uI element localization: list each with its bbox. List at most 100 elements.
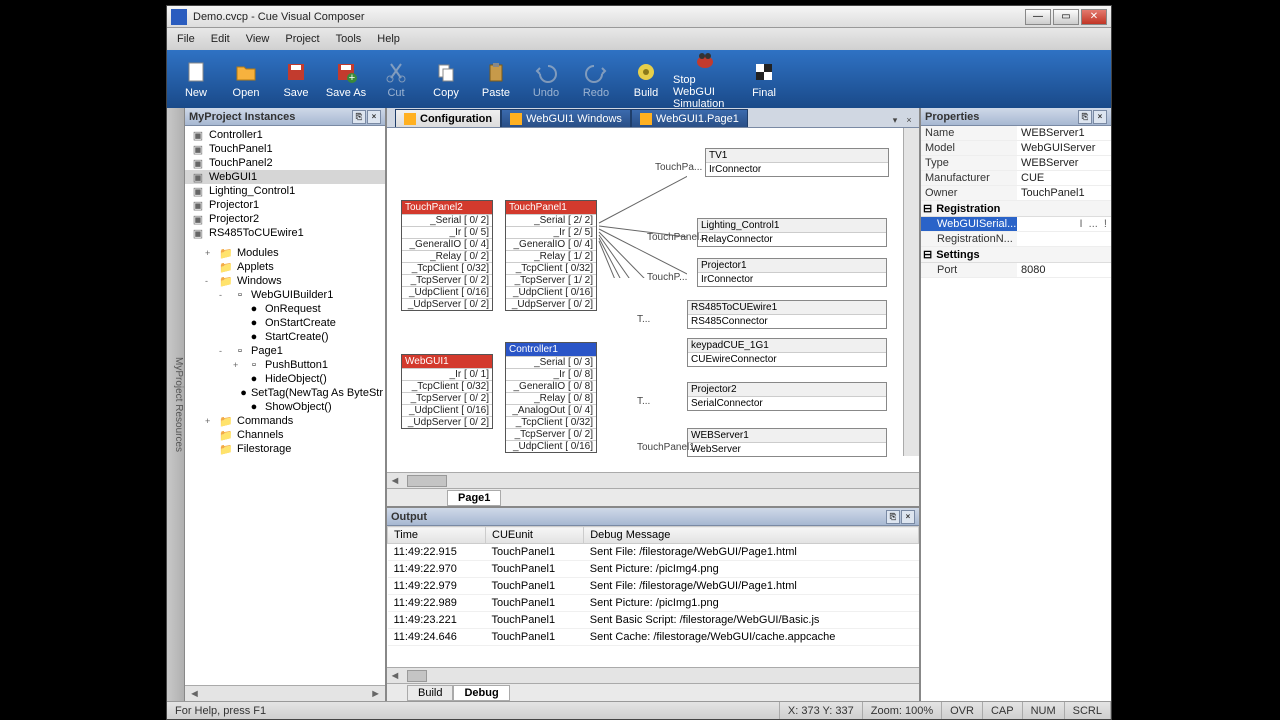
prop-row[interactable]: TypeWEBServer: [921, 156, 1111, 171]
properties-grid[interactable]: NameWEBServer1ModelWebGUIServerTypeWEBSe…: [921, 126, 1111, 701]
configuration-canvas[interactable]: TouchPanel2_Serial [ 0/ 2]_Ir [ 0/ 5]_Ge…: [387, 128, 919, 472]
connector-box[interactable]: WEBServer1WebServer: [687, 428, 887, 457]
canvas-vscroll[interactable]: [903, 128, 919, 456]
tool-saveas[interactable]: +Save As: [323, 55, 369, 103]
output-col[interactable]: CUEunit: [486, 527, 584, 544]
output-row[interactable]: 11:49:22.970TouchPanel1Sent Picture: /pi…: [388, 561, 919, 578]
output-col[interactable]: Time: [388, 527, 486, 544]
connector-box[interactable]: RS485ToCUEwire1RS485Connector: [687, 300, 887, 329]
minimize-button[interactable]: —: [1025, 9, 1051, 25]
prop-row[interactable]: OwnerTouchPanel1: [921, 186, 1111, 201]
editor-tab[interactable]: WebGUI1 Windows: [501, 109, 631, 127]
tree-item[interactable]: ●StartCreate(): [185, 330, 385, 344]
menu-view[interactable]: View: [238, 30, 278, 48]
connector-box[interactable]: TV1IrConnector: [705, 148, 889, 177]
canvas-hscroll[interactable]: ◄: [387, 472, 919, 488]
props-pin-icon[interactable]: ⎘: [1078, 110, 1092, 124]
tree-item[interactable]: -▫WebGUIBuilder1: [185, 288, 385, 302]
collapse-icon: ⊟: [923, 248, 932, 261]
prop-group[interactable]: ⊟Registration: [921, 201, 1111, 217]
prop-row[interactable]: WebGUISerial...I ... !: [921, 217, 1111, 232]
output-hscroll[interactable]: ◄: [387, 667, 919, 683]
output-close-icon[interactable]: ×: [901, 510, 915, 524]
diagram-node[interactable]: Controller1_Serial [ 0/ 3]_Ir [ 0/ 8]_Ge…: [505, 342, 597, 453]
output-row[interactable]: 11:49:22.989TouchPanel1Sent Picture: /pi…: [388, 595, 919, 612]
prop-row[interactable]: ModelWebGUIServer: [921, 141, 1111, 156]
tool-copy[interactable]: Copy: [423, 55, 469, 103]
method-icon: ●: [247, 331, 261, 343]
menu-edit[interactable]: Edit: [203, 30, 238, 48]
tree-item[interactable]: ●OnRequest: [185, 302, 385, 316]
editor-tab[interactable]: WebGUI1.Page1: [631, 109, 748, 127]
instance-item[interactable]: ▣Projector1: [185, 198, 385, 212]
menu-tools[interactable]: Tools: [328, 30, 370, 48]
instance-item[interactable]: ▣WebGUI1: [185, 170, 385, 184]
menu-help[interactable]: Help: [369, 30, 408, 48]
menu-project[interactable]: Project: [277, 30, 327, 48]
tree-item[interactable]: 📁Filestorage: [185, 442, 385, 456]
tree-item[interactable]: -▫Page1: [185, 344, 385, 358]
editor-tab[interactable]: Configuration: [395, 109, 501, 127]
project-tree[interactable]: +📁Modules📁Applets-📁Windows-▫WebGUIBuilde…: [185, 244, 385, 685]
tool-final[interactable]: Final: [741, 55, 787, 103]
connector-box[interactable]: Projector1IrConnector: [697, 258, 887, 287]
tree-item[interactable]: -📁Windows: [185, 274, 385, 288]
tool-stop[interactable]: Stop WebGUI Simulation: [673, 55, 737, 103]
instances-list[interactable]: ▣Controller1▣TouchPanel1▣TouchPanel2▣Web…: [185, 126, 385, 244]
prop-row[interactable]: RegistrationN...: [921, 232, 1111, 247]
tree-item[interactable]: +📁Modules: [185, 246, 385, 260]
diagram-node[interactable]: TouchPanel1_Serial [ 2/ 2]_Ir [ 2/ 5]_Ge…: [505, 200, 597, 311]
close-button[interactable]: ✕: [1081, 9, 1107, 25]
resources-strip[interactable]: MyProject Resources: [167, 108, 185, 701]
tree-item[interactable]: ●ShowObject(): [185, 400, 385, 414]
output-row[interactable]: 11:49:23.221TouchPanel1Sent Basic Script…: [388, 612, 919, 629]
tree-item[interactable]: ●HideObject(): [185, 372, 385, 386]
prop-group[interactable]: ⊟Settings: [921, 247, 1111, 263]
tree-item[interactable]: ●OnStartCreate: [185, 316, 385, 330]
tool-paste[interactable]: Paste: [473, 55, 519, 103]
tree-item[interactable]: 📁Channels: [185, 428, 385, 442]
titlebar[interactable]: Demo.cvcp - Cue Visual Composer — ▭ ✕: [167, 6, 1111, 28]
output-pin-icon[interactable]: ⎘: [886, 510, 900, 524]
output-tab-build[interactable]: Build: [407, 685, 453, 701]
prop-row[interactable]: ManufacturerCUE: [921, 171, 1111, 186]
output-row[interactable]: 11:49:22.915TouchPanel1Sent File: /files…: [388, 544, 919, 561]
connector-label: TouchP...: [647, 272, 687, 283]
connector-box[interactable]: keypadCUE_1G1CUEwireConnector: [687, 338, 887, 367]
panel-pin-icon[interactable]: ⎘: [352, 110, 366, 124]
output-row[interactable]: 11:49:22.979TouchPanel1Sent File: /files…: [388, 578, 919, 595]
final-icon: [751, 59, 777, 85]
left-scrollbar[interactable]: ◄►: [185, 685, 385, 701]
tree-item[interactable]: +▫PushButton1: [185, 358, 385, 372]
tool-build[interactable]: Build: [623, 55, 669, 103]
tool-new[interactable]: New: [173, 55, 219, 103]
menu-file[interactable]: File: [169, 30, 203, 48]
panel-close-icon[interactable]: ×: [367, 110, 381, 124]
output-row[interactable]: 11:49:24.646TouchPanel1Sent Cache: /file…: [388, 629, 919, 646]
maximize-button[interactable]: ▭: [1053, 9, 1079, 25]
tree-item[interactable]: ●SetTag(NewTag As ByteStr: [185, 386, 385, 400]
instance-item[interactable]: ▣Controller1: [185, 128, 385, 142]
tool-open[interactable]: Open: [223, 55, 269, 103]
instance-item[interactable]: ▣TouchPanel2: [185, 156, 385, 170]
tool-save[interactable]: Save: [273, 55, 319, 103]
instance-item[interactable]: ▣Projector2: [185, 212, 385, 226]
instance-item[interactable]: ▣TouchPanel1: [185, 142, 385, 156]
tab-close-icon[interactable]: ×: [903, 115, 915, 127]
connector-box[interactable]: Lighting_Control1RelayConnector: [697, 218, 887, 247]
tree-item[interactable]: +📁Commands: [185, 414, 385, 428]
output-body[interactable]: TimeCUEunitDebug Message11:49:22.915Touc…: [387, 526, 919, 667]
tab-dropdown-icon[interactable]: ▾: [889, 115, 901, 127]
connector-box[interactable]: Projector2SerialConnector: [687, 382, 887, 411]
page-tab[interactable]: Page1: [447, 490, 501, 506]
prop-row[interactable]: NameWEBServer1: [921, 126, 1111, 141]
instance-item[interactable]: ▣Lighting_Control1: [185, 184, 385, 198]
diagram-node[interactable]: WebGUI1_Ir [ 0/ 1]_TcpClient [ 0/32]_Tcp…: [401, 354, 493, 429]
props-close-icon[interactable]: ×: [1093, 110, 1107, 124]
instance-item[interactable]: ▣RS485ToCUEwire1: [185, 226, 385, 240]
output-col[interactable]: Debug Message: [584, 527, 919, 544]
output-tab-debug[interactable]: Debug: [453, 685, 509, 701]
diagram-node[interactable]: TouchPanel2_Serial [ 0/ 2]_Ir [ 0/ 5]_Ge…: [401, 200, 493, 311]
tree-item[interactable]: 📁Applets: [185, 260, 385, 274]
prop-row[interactable]: Port8080: [921, 263, 1111, 278]
